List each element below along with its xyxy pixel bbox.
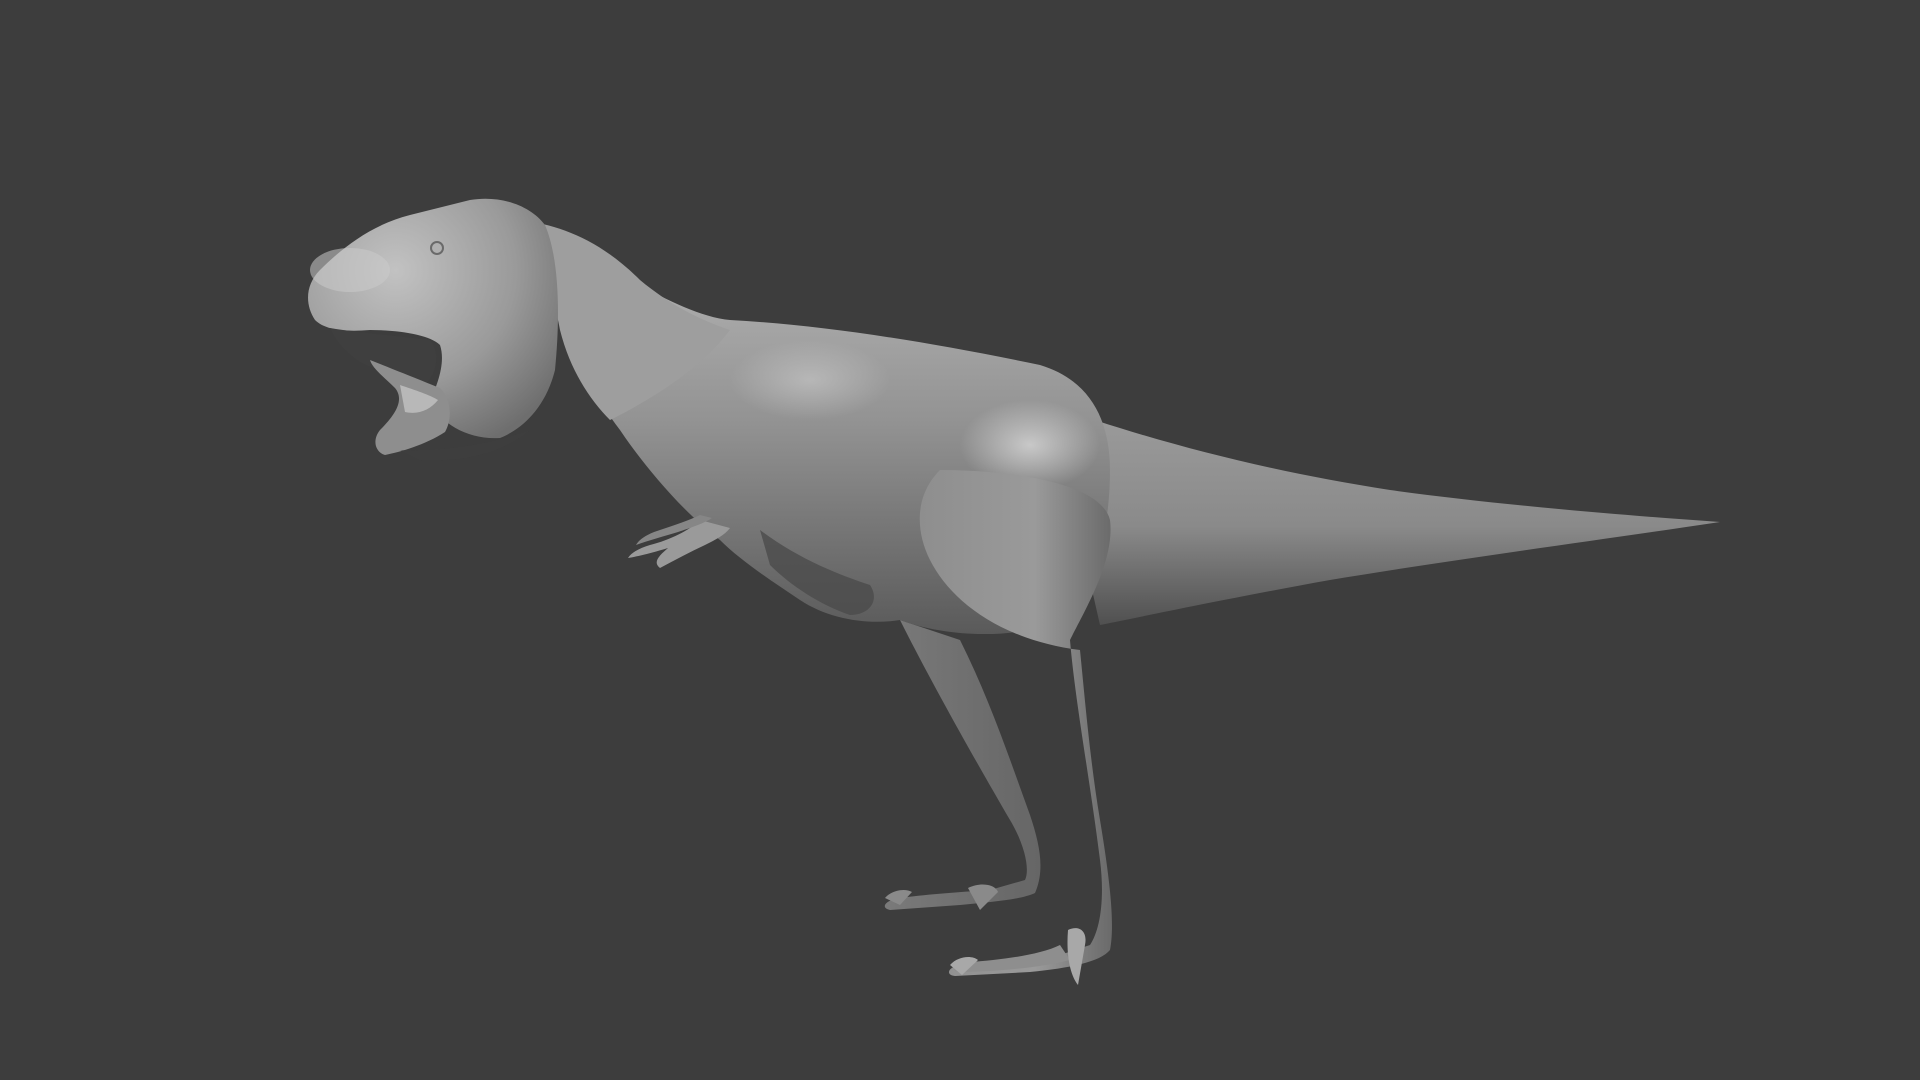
eye [430, 241, 444, 255]
shoulder-highlight [730, 340, 890, 420]
snout-highlight [310, 248, 390, 292]
render-canvas [0, 0, 1920, 1080]
render-viewport [0, 0, 1920, 1080]
